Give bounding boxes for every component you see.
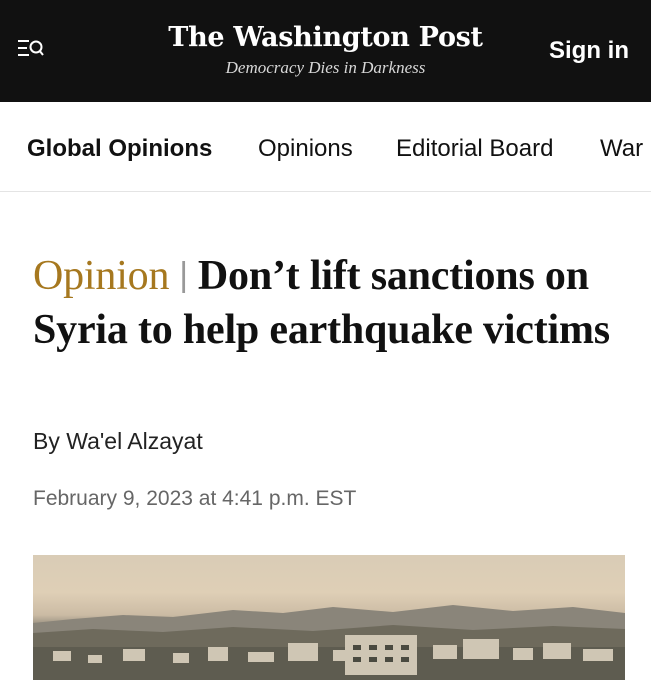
- kicker-separator: |: [179, 256, 188, 294]
- author-link[interactable]: Wa'el Alzayat: [66, 428, 202, 454]
- byline: By Wa'el Alzayat: [33, 428, 203, 455]
- section-nav: Global Opinions Opinions Editorial Board…: [0, 102, 651, 192]
- nav-item-global-opinions[interactable]: Global Opinions: [27, 134, 212, 164]
- article-headline: Opinion | Don’t lift sanctions on Syria to…: [33, 250, 633, 356]
- publish-date: February 9, 2023 at 4:41 p.m. EST: [33, 487, 357, 510]
- nav-item-editorial-board[interactable]: Editorial Board: [396, 134, 553, 164]
- hero-image-graphic: [33, 605, 625, 680]
- opinion-kicker[interactable]: Opinion: [33, 253, 169, 299]
- nav-item-war[interactable]: War: [600, 134, 643, 164]
- top-header-bar: The Washington Post Democracy Dies in Da…: [0, 0, 651, 102]
- byline-prefix: By: [33, 428, 67, 454]
- sign-in-button[interactable]: Sign in: [549, 36, 629, 66]
- hero-image: [33, 555, 625, 680]
- nav-item-opinions[interactable]: Opinions: [258, 134, 353, 164]
